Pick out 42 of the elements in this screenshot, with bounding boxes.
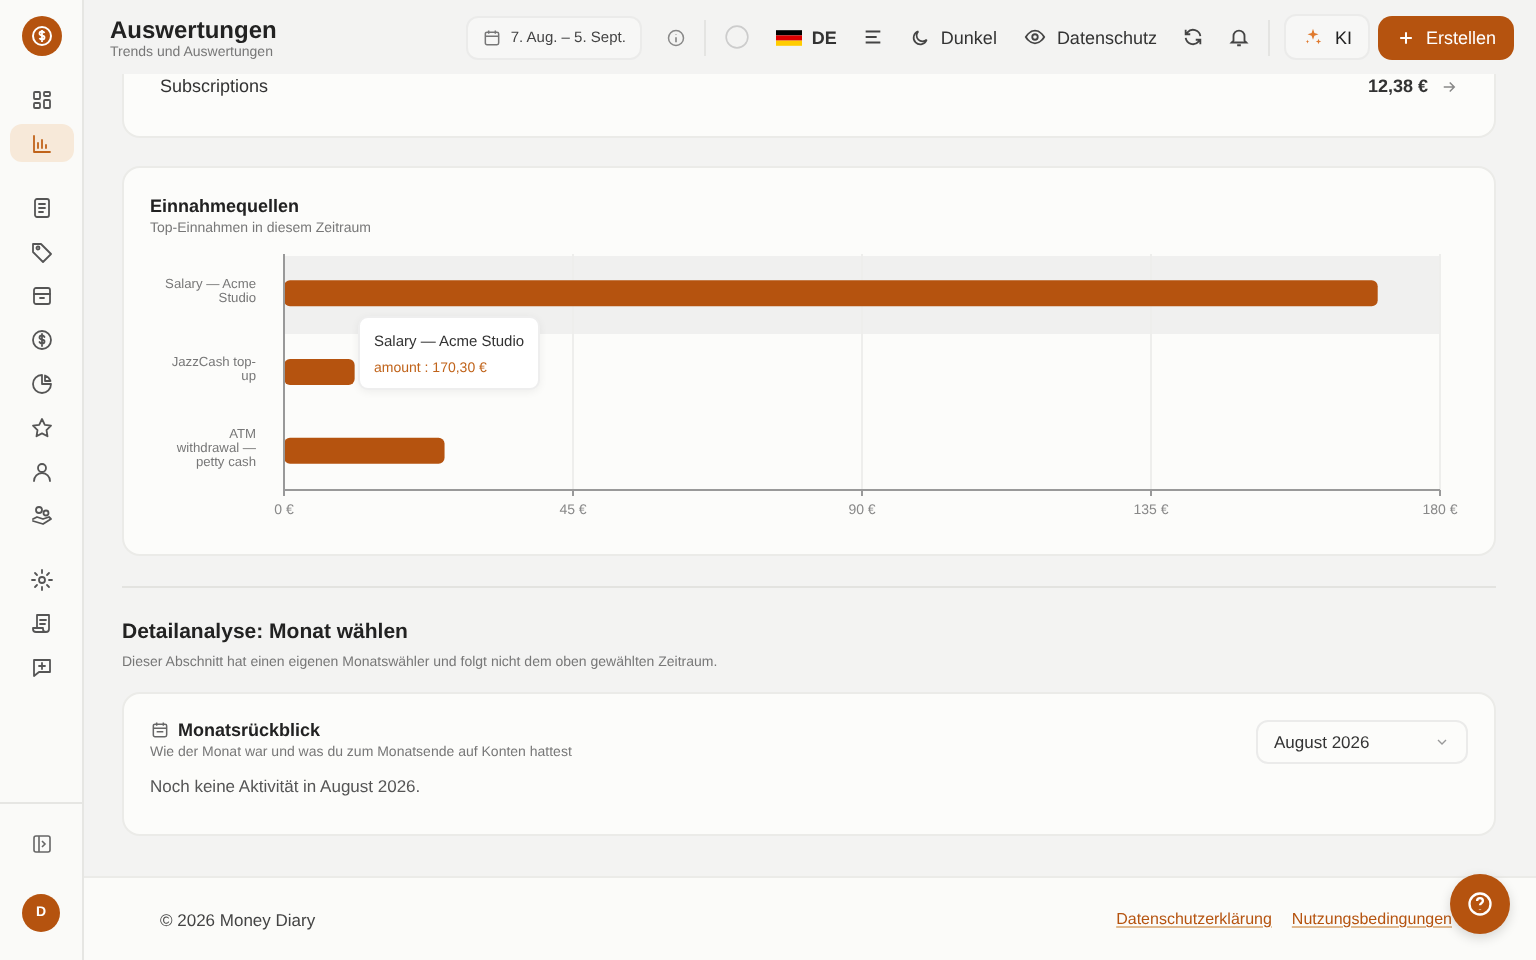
footer-link[interactable]: Nutzungsbedingungen — [1291, 910, 1452, 928]
card-title: Monatsrückblick — [178, 720, 321, 740]
dashboard-icon — [29, 87, 53, 111]
archive-icon — [29, 283, 53, 307]
copyright-text: © 2026 Money Diary — [160, 909, 316, 929]
month-select[interactable]: August 2026 — [1256, 720, 1468, 764]
document-icon — [29, 195, 53, 219]
chevron-down-icon — [1434, 734, 1450, 750]
tag-icon — [29, 239, 53, 263]
message-plus-icon — [29, 655, 53, 679]
dollar-circle-icon — [29, 327, 53, 351]
hand-coins-icon — [29, 503, 53, 527]
card-title: Einnahmequellen — [150, 196, 302, 216]
moon-icon — [910, 27, 931, 47]
arrow-right-icon[interactable] — [1440, 77, 1458, 95]
footer-link[interactable]: Datenschutzerklärung — [1116, 910, 1272, 928]
privacy-button[interactable]: Datenschutz — [1010, 18, 1171, 56]
amount-value: 12,38 € — [1367, 76, 1428, 96]
question-icon — [1466, 890, 1494, 918]
bar-chart-icon — [29, 131, 53, 155]
pie-chart-icon — [29, 371, 53, 395]
language-button[interactable]: DE — [761, 19, 851, 55]
panel-icon — [29, 831, 53, 855]
logo-icon — [21, 16, 61, 56]
bar — [284, 359, 355, 385]
create-button[interactable]: Erstellen — [1377, 15, 1514, 59]
calendar-icon — [150, 720, 170, 740]
calendar-icon — [482, 27, 503, 47]
category-label: Subscriptions — [160, 76, 269, 96]
flag-icon — [775, 29, 802, 45]
page-title: Auswertungen — [110, 15, 277, 43]
section-title: Detailanalyse: Monat wählen — [122, 620, 410, 644]
eye-icon — [1024, 26, 1047, 48]
scroll-icon — [29, 611, 53, 635]
star-icon — [29, 415, 53, 439]
user-icon — [29, 459, 53, 483]
sparkles-icon — [1302, 26, 1325, 48]
dark-mode-button[interactable]: Dunkel — [896, 19, 1011, 55]
ai-button[interactable]: KI — [1284, 14, 1370, 60]
plus-icon — [1395, 27, 1416, 47]
empty-message: Noch keine Aktivität in August 2026. — [150, 776, 423, 796]
sidebar-item[interactable] — [9, 124, 73, 162]
